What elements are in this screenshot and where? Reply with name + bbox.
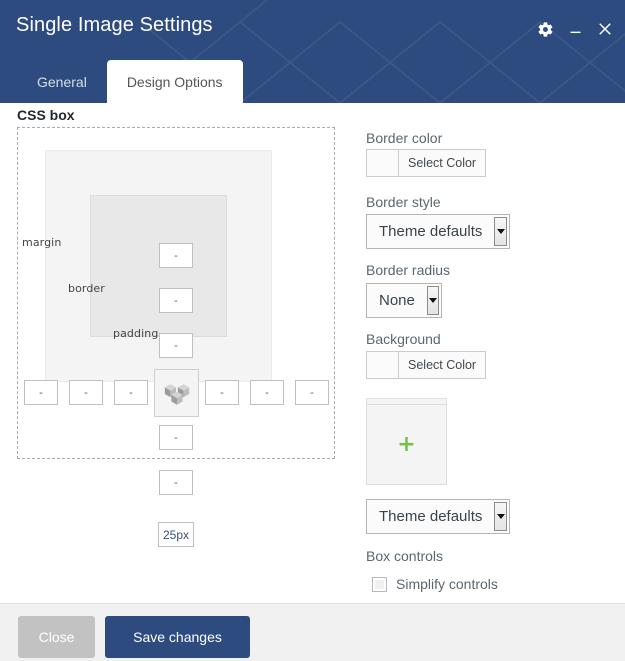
minimize-icon[interactable]	[562, 16, 588, 42]
css-box-section-title: CSS box	[17, 107, 75, 123]
simplify-controls-row[interactable]: Simplify controls	[372, 576, 498, 592]
padding-bottom-input[interactable]	[159, 425, 193, 450]
background-image-uploader: +	[366, 398, 447, 485]
window-controls	[532, 16, 618, 42]
border-style-label: Border style	[366, 194, 441, 210]
border-top-input[interactable]	[159, 288, 193, 313]
border-right-input[interactable]	[250, 380, 284, 405]
padding-left-input[interactable]	[114, 380, 148, 405]
chevron-down-icon[interactable]	[494, 502, 507, 531]
modal-body: CSS box margin border padding - - - - - …	[0, 103, 625, 603]
background-color-swatch[interactable]	[367, 352, 399, 378]
add-image-button[interactable]: +	[366, 404, 447, 485]
border-color-select-label[interactable]: Select Color	[399, 150, 486, 176]
chevron-down-icon[interactable]	[494, 217, 507, 246]
border-left-input[interactable]	[69, 380, 103, 405]
save-changes-button[interactable]: Save changes	[105, 616, 250, 658]
background-style-select[interactable]: Theme defaults	[366, 499, 510, 534]
modal-footer: Close Save changes	[0, 603, 625, 661]
padding-right-input[interactable]	[205, 380, 239, 405]
modal-header: Single Image Settings General Design Opt…	[0, 0, 625, 103]
border-radius-value: None	[379, 292, 415, 309]
close-icon[interactable]	[592, 16, 618, 42]
margin-right-input[interactable]	[295, 380, 329, 405]
close-button[interactable]: Close	[18, 616, 95, 658]
tab-bar: General Design Options	[17, 60, 243, 103]
border-style-select[interactable]: Theme defaults	[366, 214, 510, 249]
padding-top-input[interactable]	[159, 333, 193, 358]
background-color-label: Background	[366, 331, 441, 347]
simplify-controls-label: Simplify controls	[396, 576, 498, 592]
cube-blocks-icon	[164, 384, 189, 405]
plus-icon: +	[397, 431, 416, 457]
padding-zone-label: padding	[113, 327, 159, 340]
border-color-label: Border color	[366, 130, 443, 146]
chevron-down-icon[interactable]	[426, 286, 439, 315]
background-color-select-label[interactable]: Select Color	[399, 352, 486, 378]
border-color-swatch[interactable]	[367, 150, 399, 176]
element-preview-box	[154, 369, 199, 417]
border-radius-label: Border radius	[366, 262, 451, 278]
margin-bottom-input[interactable]	[158, 522, 194, 547]
tab-general[interactable]: General	[17, 60, 107, 103]
border-color-picker[interactable]: Select Color	[366, 149, 487, 177]
page-title: Single Image Settings	[16, 14, 213, 36]
border-zone-label: border	[68, 282, 105, 295]
background-style-value: Theme defaults	[379, 508, 483, 525]
margin-top-input[interactable]	[159, 243, 193, 268]
border-bottom-input[interactable]	[159, 470, 193, 495]
simplify-controls-checkbox[interactable]	[372, 576, 387, 592]
tab-design-options[interactable]: Design Options	[106, 60, 243, 103]
margin-left-input[interactable]	[24, 380, 58, 405]
single-image-settings-modal: Single Image Settings General Design Opt…	[0, 0, 625, 661]
margin-zone-label: margin	[22, 236, 62, 249]
border-radius-select[interactable]: None	[366, 283, 442, 318]
gear-icon[interactable]	[532, 16, 558, 42]
box-controls-label: Box controls	[366, 548, 444, 564]
background-color-picker[interactable]: Select Color	[366, 351, 487, 379]
border-style-value: Theme defaults	[379, 223, 483, 240]
